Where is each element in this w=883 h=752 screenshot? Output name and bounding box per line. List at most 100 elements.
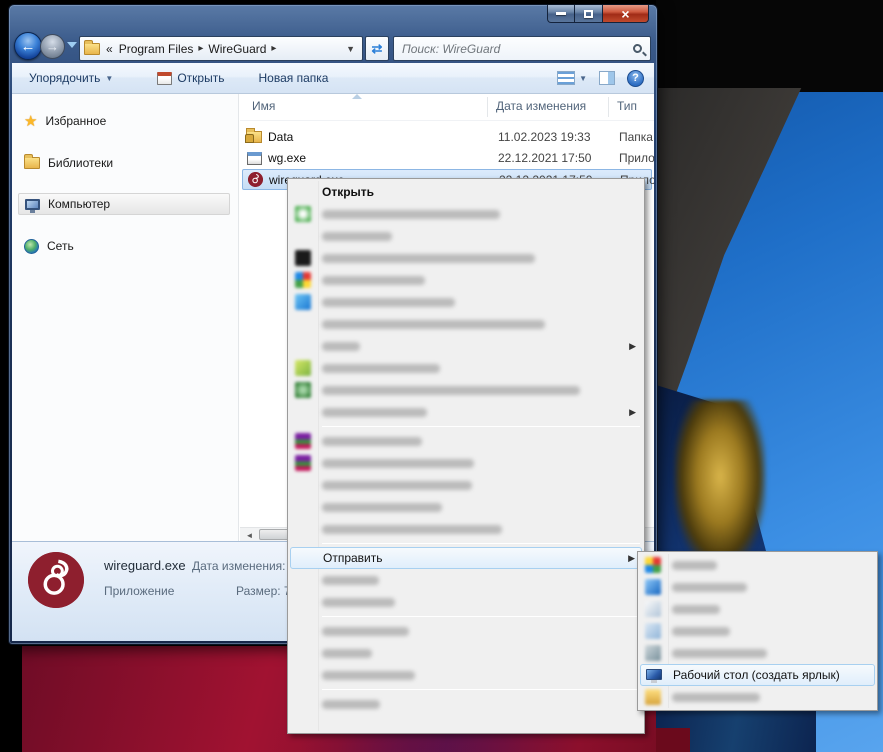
menu-item-label: Открыть [322, 185, 374, 199]
submenu-item-blurred[interactable] [640, 686, 875, 708]
menu-item-blurred[interactable] [290, 379, 642, 401]
open-app-icon [157, 72, 172, 85]
submenu-item-blurred[interactable] [640, 554, 875, 576]
menu-item-blurred[interactable] [290, 620, 642, 642]
submenu-item-blurred[interactable] [640, 576, 875, 598]
blurred-icon [645, 689, 661, 705]
sidebar-item-favorites[interactable]: ★ Избранное [18, 110, 230, 132]
help-button[interactable]: ? [627, 70, 644, 87]
sidebar-item-label: Компьютер [48, 197, 110, 211]
sidebar-item-network[interactable]: Сеть [18, 235, 230, 257]
organize-caret-icon: ▼ [105, 74, 113, 83]
application-icon [247, 152, 262, 165]
refresh-button[interactable]: ⇄ [365, 36, 389, 61]
details-modified: Дата изменения: 22 [192, 559, 302, 573]
breadcrumb-item-program-files[interactable]: Program Files [119, 42, 194, 56]
blurred-icon [295, 250, 311, 266]
blurred-icon [295, 206, 311, 222]
submenu-item-label: Рабочий стол (создать ярлык) [673, 668, 840, 682]
column-header-type[interactable]: Тип [617, 99, 637, 120]
sidebar-item-label: Сеть [47, 239, 74, 253]
navigation-pane: ★ Избранное Библиотеки Компьютер Сеть [12, 94, 239, 541]
menu-item-blurred[interactable] [290, 452, 642, 474]
menu-item-blurred[interactable] [290, 496, 642, 518]
blurred-icon [295, 272, 311, 288]
minimize-button[interactable] [547, 5, 575, 23]
column-header-name[interactable]: Имя [252, 99, 275, 120]
sort-ascending-icon[interactable] [352, 94, 362, 99]
scroll-left-button[interactable]: ◄ [242, 529, 257, 541]
menu-item-blurred[interactable] [290, 518, 642, 540]
search-box[interactable]: Поиск: WireGuard [393, 36, 651, 61]
menu-item-label: Отправить [323, 551, 383, 565]
breadcrumb-separator-icon[interactable]: ▸ [198, 43, 203, 54]
menu-item-blurred[interactable] [290, 569, 642, 591]
preview-pane-button[interactable] [599, 71, 615, 85]
menu-item-blurred[interactable] [290, 313, 642, 335]
command-bar: Упорядочить ▼ Открыть Новая папка ▼ ? [12, 63, 654, 94]
change-view-button[interactable]: ▼ [557, 71, 587, 85]
menu-item-blurred[interactable] [290, 591, 642, 613]
new-folder-label: Новая папка [258, 71, 328, 85]
blurred-icon [295, 294, 311, 310]
wireguard-logo-icon [248, 172, 263, 187]
organize-label: Упорядочить [29, 71, 100, 85]
recent-pages-chevron-icon[interactable] [67, 42, 77, 48]
details-size: Размер: 7, [236, 584, 294, 598]
blurred-icon [645, 601, 661, 617]
back-button[interactable]: ← [14, 32, 42, 60]
file-type: Папка с [619, 130, 654, 144]
menu-item-blurred[interactable] [290, 247, 642, 269]
menu-item-blurred[interactable] [290, 642, 642, 664]
menu-item-blurred[interactable] [290, 430, 642, 452]
open-button[interactable]: Открыть [148, 66, 233, 90]
submenu-item-blurred[interactable] [640, 598, 875, 620]
close-button[interactable]: × [603, 5, 649, 23]
breadcrumb-item-wireguard[interactable]: WireGuard [208, 42, 266, 56]
blurred-icon [295, 360, 311, 376]
file-name: Data [268, 130, 293, 144]
address-bar[interactable]: « Program Files ▸ WireGuard ▸ ▼ [79, 36, 363, 61]
breadcrumb-separator-icon[interactable]: ▸ [271, 43, 276, 54]
menu-item-blurred[interactable] [290, 291, 642, 313]
file-modified: 22.12.2021 17:50 [498, 151, 591, 165]
network-icon [24, 239, 39, 254]
menu-item-blurred[interactable] [290, 474, 642, 496]
sidebar-item-label: Библиотеки [48, 156, 113, 170]
menu-separator [322, 543, 640, 544]
file-type: Прилож [619, 151, 654, 165]
breadcrumb-prefix: « [106, 42, 113, 56]
column-header-modified[interactable]: Дата изменения [496, 99, 586, 120]
details-file-name: wireguard.exe [104, 558, 186, 573]
organize-button[interactable]: Упорядочить ▼ [20, 66, 122, 90]
menu-item-blurred-submenu[interactable]: ▶ [290, 401, 642, 423]
menu-item-blurred-submenu[interactable]: ▶ [290, 335, 642, 357]
sidebar-item-libraries[interactable]: Библиотеки [18, 152, 230, 174]
maximize-button[interactable] [575, 5, 603, 23]
address-dropdown-icon[interactable]: ▼ [343, 44, 358, 54]
menu-item-blurred[interactable] [290, 357, 642, 379]
file-name: wg.exe [268, 151, 306, 165]
menu-item-blurred[interactable] [290, 269, 642, 291]
menu-item-send-to[interactable]: Отправить▶ [290, 547, 642, 569]
sidebar-item-computer[interactable]: Компьютер [18, 193, 230, 215]
submenu-item-desktop-shortcut[interactable]: Рабочий стол (создать ярлык) [640, 664, 875, 686]
open-label: Открыть [177, 71, 224, 85]
blurred-icon [295, 382, 311, 398]
submenu-item-blurred[interactable] [640, 620, 875, 642]
refresh-icon: ⇄ [372, 41, 383, 57]
file-row-data[interactable]: Data 11.02.2023 19:33 Папка с [242, 127, 652, 148]
search-input[interactable]: Поиск: WireGuard [402, 42, 633, 56]
menu-item-blurred[interactable] [290, 664, 642, 686]
back-icon: ← [21, 38, 36, 55]
menu-item-blurred[interactable] [290, 225, 642, 247]
forward-button[interactable]: → [40, 34, 65, 59]
blurred-icon [645, 645, 661, 661]
star-icon: ★ [24, 112, 37, 130]
submenu-item-blurred[interactable] [640, 642, 875, 664]
menu-item-blurred[interactable] [290, 693, 642, 715]
menu-item-blurred[interactable] [290, 203, 642, 225]
new-folder-button[interactable]: Новая папка [249, 66, 337, 90]
file-row-wg-exe[interactable]: wg.exe 22.12.2021 17:50 Прилож [242, 148, 652, 169]
menu-item-open[interactable]: Открыть [290, 181, 642, 203]
